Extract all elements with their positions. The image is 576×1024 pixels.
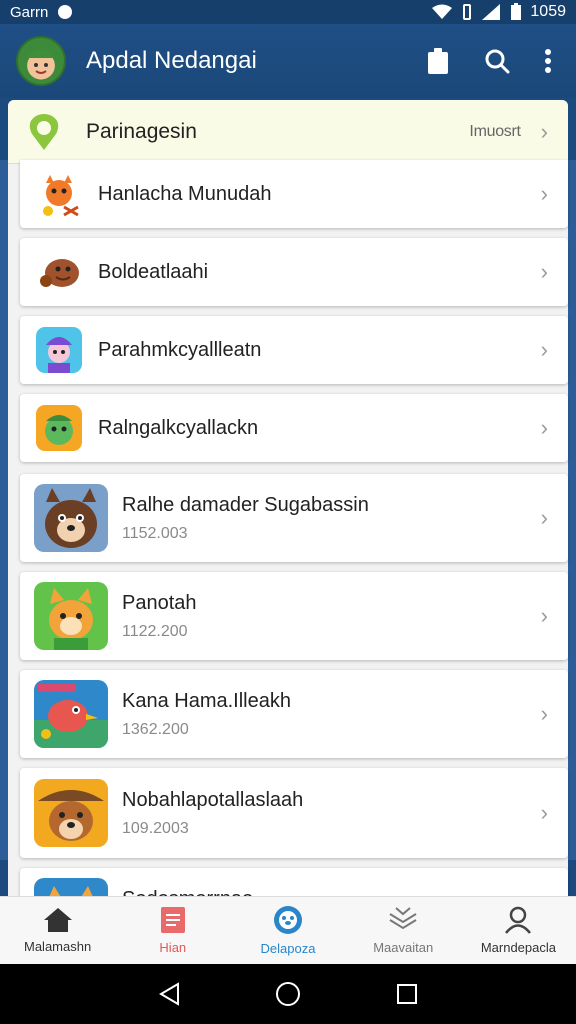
wizard-icon (34, 325, 84, 375)
cat-icon (34, 582, 108, 650)
squirrel-icon (34, 247, 84, 297)
home-icon (43, 908, 72, 932)
status-bar: Garrn 1059 (0, 0, 576, 24)
item-title: Kana Hama.Illeakh (122, 689, 291, 712)
app-bar: Apdal Nedangai (0, 24, 576, 98)
signal-icon (482, 4, 501, 20)
item-subtitle: 1122.200 (122, 622, 188, 640)
layers-icon (389, 907, 417, 930)
nav-profile[interactable]: Marndepacla (461, 897, 576, 964)
nav-label: Marndepacla (480, 940, 556, 955)
home-circle-icon[interactable] (275, 981, 301, 1007)
wifi-icon (432, 4, 453, 19)
list-item[interactable]: Hanlacha Munudah › (20, 160, 568, 228)
chevron-right-icon: › (540, 181, 548, 206)
item-subtitle: 1362.200 (122, 720, 189, 738)
nav-label: Hian (159, 940, 187, 955)
chevron-right-icon: › (540, 118, 548, 144)
list-item[interactable]: Ralngalkcyallackn › (20, 394, 568, 462)
nav-pets[interactable]: Delapoza (230, 897, 345, 964)
person-icon (505, 906, 532, 934)
item-title: Panotah (122, 591, 197, 614)
nav-home[interactable]: Malamashn (0, 897, 115, 964)
recents-icon[interactable] (396, 983, 418, 1005)
list-item[interactable]: Panotah 1122.200 › (20, 572, 568, 660)
chevron-right-icon: › (540, 337, 548, 362)
item-title: Ralhe damader Sugabassin (122, 493, 369, 516)
nav-label: Maavaitan (373, 940, 434, 955)
location-pin-icon (29, 113, 59, 150)
turtle-icon (34, 403, 84, 453)
chevron-right-icon: › (540, 505, 548, 530)
clipboard-icon[interactable] (426, 47, 450, 75)
chevron-right-icon: › (540, 701, 548, 726)
nav-documents[interactable]: Hian (115, 897, 230, 964)
item-title: Hanlacha Munudah (98, 182, 272, 205)
back-icon[interactable] (158, 982, 180, 1006)
import-link[interactable]: Imuosrt (469, 123, 521, 141)
nav-label: Delapoza (260, 941, 316, 956)
carrier-label: Garrn (10, 3, 49, 21)
item-title: Parahmkcyallleatn (98, 338, 262, 361)
list-item[interactable]: Nobahlapotallaslaah 109.2003 › (20, 768, 568, 858)
notification-dot-icon (58, 5, 73, 19)
bird-icon (34, 680, 108, 748)
beaver-icon (34, 779, 108, 847)
more-vert-icon[interactable] (544, 48, 552, 74)
vibrate-icon (463, 4, 472, 20)
chevron-right-icon: › (540, 800, 548, 825)
list-item[interactable]: Kana Hama.Illeakh 1362.200 › (20, 670, 568, 758)
item-title: Ralngalkcyallackn (98, 416, 259, 439)
nav-label: Malamashn (24, 939, 92, 954)
chevron-right-icon: › (540, 603, 548, 628)
clock: 1059 (530, 3, 566, 20)
list-item[interactable]: Boldeatlaahi › (20, 238, 568, 306)
chevron-right-icon: › (540, 415, 548, 440)
document-icon (160, 907, 185, 933)
mascot-icon (26, 49, 56, 78)
battery-icon (511, 3, 522, 20)
list-item[interactable]: Parahmkcyallleatn › (20, 316, 568, 384)
badger-icon (34, 484, 108, 552)
nav-layers[interactable]: Maavaitan (346, 897, 461, 964)
bottom-navigation: Malamashn Hian Delapoza Maavaitan Marnde… (0, 896, 576, 964)
item-title: Nobahlapotallaslaah (122, 788, 304, 811)
chevron-right-icon: › (540, 259, 548, 284)
section-header[interactable]: Parinagesin Imuosrt › (8, 100, 568, 164)
paw-icon (274, 906, 302, 934)
item-subtitle: 1152.003 (122, 524, 188, 542)
search-icon[interactable] (484, 48, 510, 74)
avatar[interactable] (16, 36, 66, 86)
list-item[interactable]: Ralhe damader Sugabassin 1152.003 › (20, 474, 568, 562)
system-navigation-bar (0, 964, 576, 1024)
section-title: Parinagesin (86, 119, 197, 143)
item-title: Boldeatlaahi (98, 260, 209, 283)
fox-icon (34, 169, 84, 219)
app-title: Apdal Nedangai (86, 47, 257, 74)
item-subtitle: 109.2003 (122, 819, 189, 837)
